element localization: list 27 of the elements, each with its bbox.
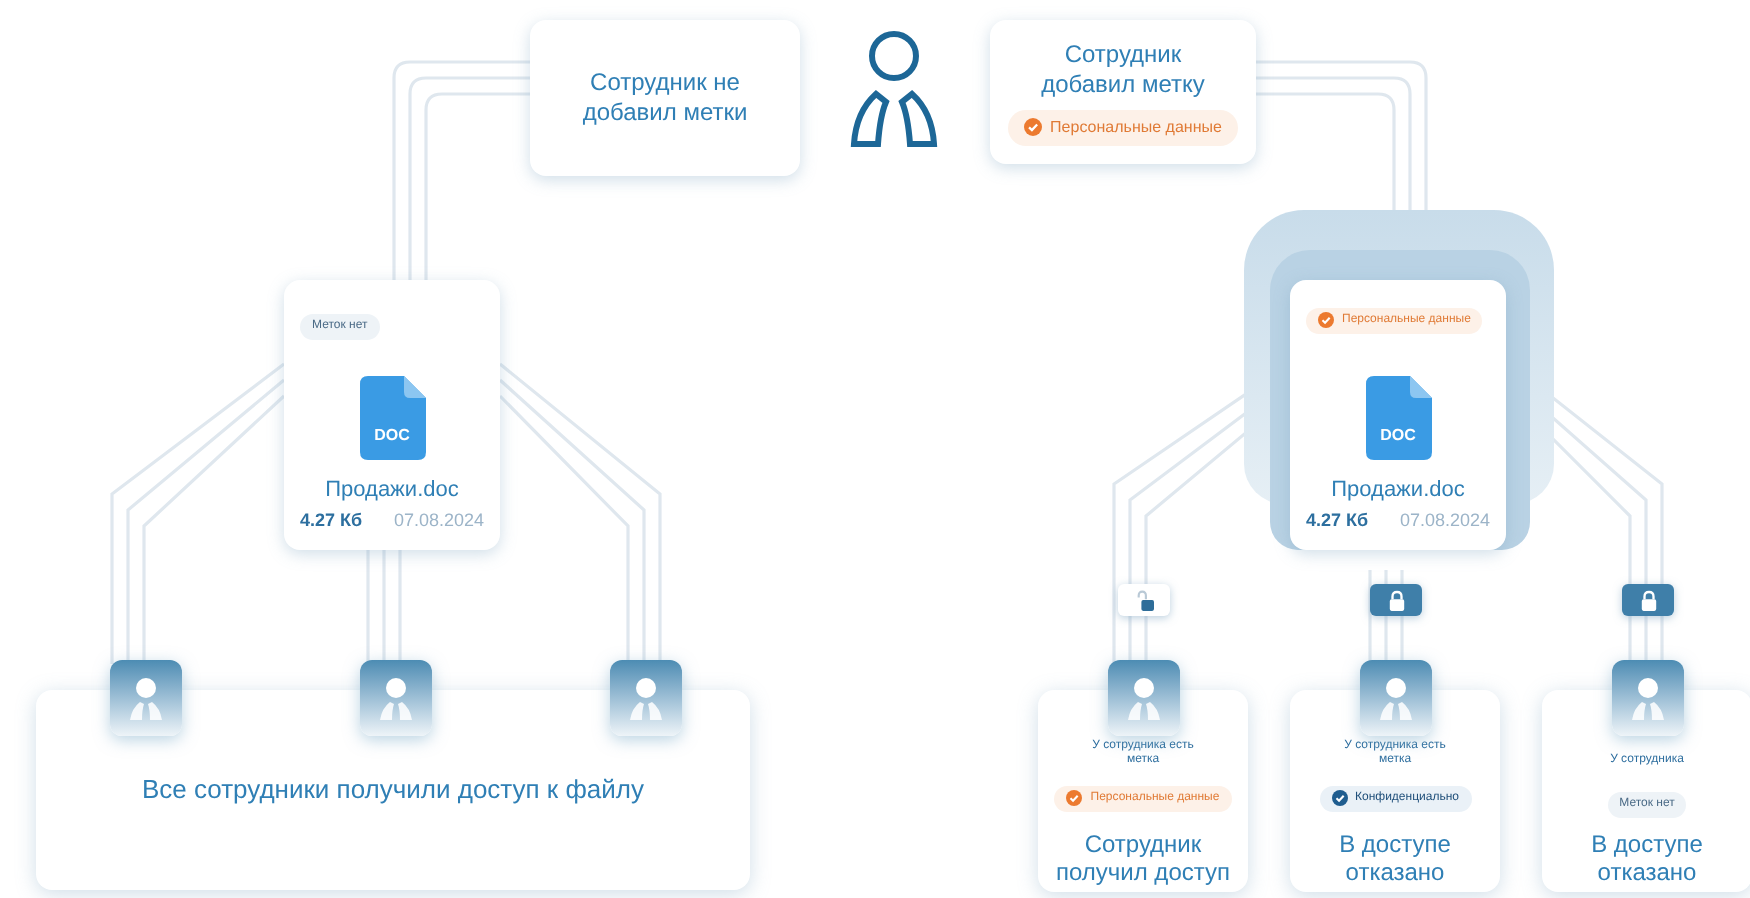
check-icon — [1318, 312, 1334, 328]
file-size: 4.27 Кб — [300, 507, 363, 533]
file-size: 4.27 Кб — [1306, 507, 1369, 533]
connector-line — [1256, 92, 1396, 210]
prompt-text: Сотрудник не добавил метки — [580, 68, 750, 128]
result-title: В доступе отказано — [1337, 830, 1453, 886]
check-icon — [1331, 790, 1347, 806]
result-text: Все сотрудники получили доступ к файлу — [142, 772, 644, 809]
tag-badge: Персональные данные — [1008, 109, 1238, 145]
result-title: Сотрудник получил доступ — [1053, 830, 1232, 886]
file-type-label: DOC — [372, 424, 412, 448]
file-date: 07.08.2024 — [1399, 507, 1490, 533]
connector-line — [382, 550, 386, 664]
file-type-label: DOC — [1378, 424, 1418, 448]
connector-line — [398, 550, 402, 664]
document-icon — [1365, 376, 1431, 460]
connector-line — [1368, 570, 1372, 664]
check-icon — [1066, 790, 1083, 806]
person-icon — [848, 28, 940, 152]
file-date: 07.08.2024 — [393, 507, 484, 533]
check-icon — [1024, 118, 1043, 136]
file-name: Продажи.doc — [325, 476, 459, 506]
file-name: Продажи.doc — [1331, 476, 1465, 506]
result-title: В доступе отказано — [1589, 830, 1705, 886]
document-icon — [359, 376, 425, 460]
prompt-text: Сотрудник добавил метку — [1039, 39, 1207, 99]
connector-line — [366, 550, 370, 664]
